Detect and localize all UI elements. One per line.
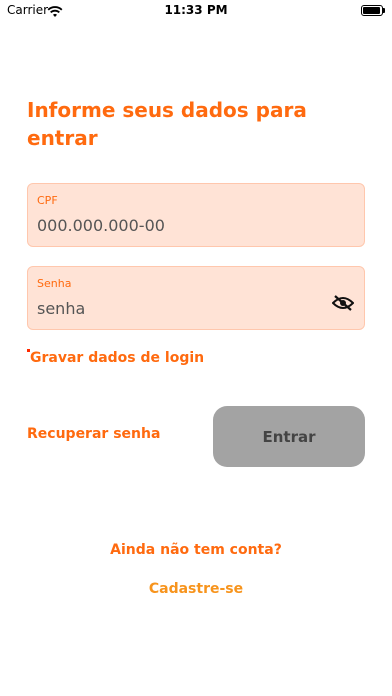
remember-login-label[interactable]: Gravar dados de login (30, 350, 204, 366)
password-label: Senha (37, 277, 72, 290)
eye-off-icon[interactable] (331, 295, 355, 311)
status-bar: Carrier 11:33 PM (0, 0, 392, 22)
password-input[interactable] (37, 299, 317, 318)
password-field[interactable]: Senha (27, 266, 365, 330)
signup-link[interactable]: Cadastre-se (0, 581, 392, 597)
recover-password-link[interactable]: Recuperar senha (27, 426, 160, 442)
login-button[interactable]: Entrar (213, 406, 365, 467)
battery-icon (361, 5, 385, 16)
cpf-input[interactable] (37, 216, 317, 235)
cpf-label: CPF (37, 194, 58, 207)
clock: 11:33 PM (164, 3, 228, 17)
cpf-field[interactable]: CPF (27, 183, 365, 247)
no-account-label: Ainda não tem conta? (110, 542, 282, 558)
page-title: Informe seus dados para entrar (27, 98, 307, 150)
